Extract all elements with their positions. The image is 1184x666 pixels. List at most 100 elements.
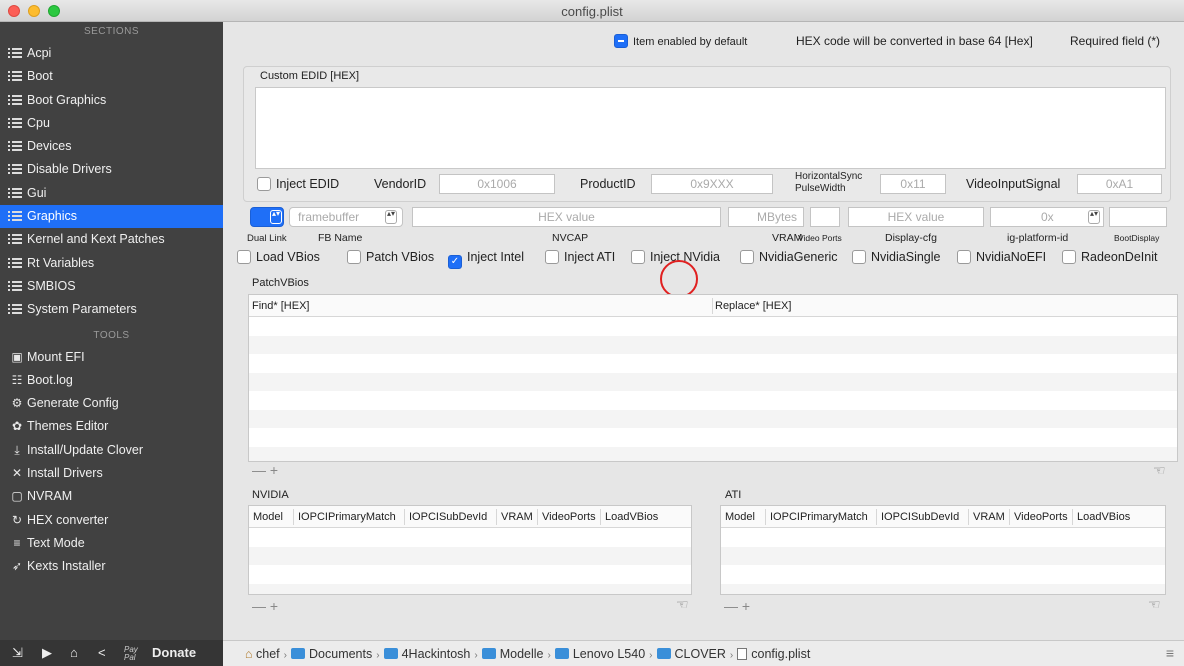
tool-item-install-drivers[interactable]: ✕ Install Drivers bbox=[0, 462, 223, 485]
table-row[interactable] bbox=[249, 528, 691, 547]
breadcrumb-item[interactable]: CLOVER bbox=[656, 647, 726, 661]
import-icon[interactable]: ⇲ bbox=[12, 645, 23, 661]
tool-item-hex-converter[interactable]: ↻ HEX converter bbox=[0, 509, 223, 532]
column-iopciprimarymatch[interactable]: IOPCIPrimaryMatch bbox=[298, 511, 396, 523]
table-row[interactable] bbox=[249, 354, 1177, 373]
table-row[interactable] bbox=[249, 335, 1177, 354]
checkbox-box[interactable] bbox=[852, 250, 866, 264]
column-iopciprimarymatch[interactable]: IOPCIPrimaryMatch bbox=[770, 511, 868, 523]
tool-item-generate-config[interactable]: ⚙ Generate Config bbox=[0, 392, 223, 415]
checkbox-nvidiageneric[interactable]: NvidiaGeneric bbox=[740, 250, 838, 264]
tool-item-boot-log[interactable]: ☷ Boot.log bbox=[0, 369, 223, 392]
sidebar-item-disable-drivers[interactable]: Disable Drivers bbox=[0, 158, 223, 181]
checkbox-box[interactable] bbox=[740, 250, 754, 264]
table-row[interactable] bbox=[249, 317, 1177, 336]
table-row[interactable] bbox=[249, 428, 1177, 447]
breadcrumb-item[interactable]: config.plist bbox=[737, 647, 810, 661]
dual-link-select[interactable]: ▴▾ bbox=[250, 207, 284, 227]
checkbox-nvidianoefi[interactable]: NvidiaNoEFI bbox=[957, 250, 1046, 264]
checkbox-box[interactable] bbox=[957, 250, 971, 264]
table-row[interactable] bbox=[721, 546, 1165, 565]
display-cfg-field[interactable]: HEX value bbox=[848, 207, 984, 227]
column-vram[interactable]: VRAM bbox=[973, 511, 1005, 523]
ati-table[interactable]: Model IOPCIPrimaryMatch IOPCISubDevId VRAM V… bbox=[720, 505, 1166, 595]
hsync-field[interactable]: 0x11 bbox=[880, 174, 946, 194]
checkbox-patch-vbios[interactable]: Patch VBios bbox=[347, 250, 434, 264]
table-row[interactable] bbox=[721, 583, 1165, 594]
table-row[interactable] bbox=[249, 565, 691, 584]
column-videoports[interactable]: VideoPorts bbox=[1014, 511, 1068, 523]
sidebar-item-rt-variables[interactable]: Rt Variables bbox=[0, 252, 223, 275]
video-ports-field[interactable] bbox=[810, 207, 840, 227]
column-loadvbios[interactable]: LoadVBios bbox=[1077, 511, 1130, 523]
breadcrumb-item[interactable]: Lenovo L540 bbox=[554, 647, 645, 661]
checkbox-inject-intel[interactable]: ✓ Inject Intel bbox=[448, 250, 524, 269]
checkbox-box[interactable] bbox=[631, 250, 645, 264]
checkbox-nvidiasingle[interactable]: NvidiaSingle bbox=[852, 250, 940, 264]
tool-item-text-mode[interactable]: ≡ Text Mode bbox=[0, 532, 223, 555]
table-row[interactable] bbox=[249, 583, 691, 594]
table-row[interactable] bbox=[249, 409, 1177, 428]
menu-lines-icon[interactable]: ≡ bbox=[1166, 645, 1174, 661]
sidebar-item-system-parameters[interactable]: System Parameters bbox=[0, 298, 223, 321]
open-file-icon[interactable]: ▶ bbox=[42, 645, 52, 661]
patchvbios-table[interactable]: Find* [HEX] Replace* [HEX] bbox=[248, 294, 1178, 462]
tool-item-install-update-clover[interactable]: ⤓ Install/Update Clover bbox=[0, 439, 223, 462]
tool-item-kexts-installer[interactable]: ➶ Kexts Installer bbox=[0, 555, 223, 578]
sidebar-item-gui[interactable]: Gui bbox=[0, 182, 223, 205]
table-row[interactable] bbox=[249, 546, 691, 565]
breadcrumb-item[interactable]: Modelle bbox=[481, 647, 544, 661]
sidebar-item-devices[interactable]: Devices bbox=[0, 135, 223, 158]
column-model[interactable]: Model bbox=[253, 511, 283, 523]
checkmark-icon[interactable]: ✓ bbox=[448, 255, 462, 269]
checkbox-inject-ati[interactable]: Inject ATI bbox=[545, 250, 615, 264]
column-videoports[interactable]: VideoPorts bbox=[542, 511, 596, 523]
column-loadvbios[interactable]: LoadVBios bbox=[605, 511, 658, 523]
inject-edid-check[interactable] bbox=[257, 177, 271, 191]
share-icon[interactable]: < bbox=[98, 645, 106, 660]
checkbox-box[interactable] bbox=[545, 250, 559, 264]
donate-button[interactable]: Donate bbox=[152, 645, 196, 660]
vendor-id-field[interactable]: 0x1006 bbox=[439, 174, 555, 194]
checkbox-radeondeinit[interactable]: RadeonDeInit bbox=[1062, 250, 1157, 264]
checkbox-box[interactable] bbox=[237, 250, 251, 264]
column-vram[interactable]: VRAM bbox=[501, 511, 533, 523]
table-row[interactable] bbox=[721, 528, 1165, 547]
sidebar-item-kernel-and-kext-patches[interactable]: Kernel and Kext Patches bbox=[0, 228, 223, 251]
table-row[interactable] bbox=[249, 391, 1177, 410]
breadcrumb-item[interactable]: 4Hackintosh bbox=[383, 647, 470, 661]
nvcap-field[interactable]: HEX value bbox=[412, 207, 721, 227]
fb-name-select[interactable]: framebuffer ▴▾ bbox=[289, 207, 403, 227]
sidebar-item-cpu[interactable]: Cpu bbox=[0, 112, 223, 135]
boot-display-field[interactable] bbox=[1109, 207, 1167, 227]
sidebar-item-acpi[interactable]: Acpi bbox=[0, 42, 223, 65]
column-iopcisubdevid[interactable]: IOPCISubDevId bbox=[409, 511, 487, 523]
sidebar-item-boot-graphics[interactable]: Boot Graphics bbox=[0, 89, 223, 112]
column-model[interactable]: Model bbox=[725, 511, 755, 523]
inject-edid-checkbox[interactable]: Inject EDID bbox=[257, 177, 339, 191]
video-input-signal-field[interactable]: 0xA1 bbox=[1077, 174, 1162, 194]
nvidia-table[interactable]: Model IOPCIPrimaryMatch IOPCISubDevId VRAM V… bbox=[248, 505, 692, 595]
table-row[interactable] bbox=[249, 446, 1177, 461]
breadcrumb-item[interactable]: ⌂ chef bbox=[245, 647, 280, 661]
product-id-field[interactable]: 0x9XXX bbox=[651, 174, 773, 194]
checkbox-box[interactable] bbox=[347, 250, 361, 264]
nvidia-add-remove[interactable]: — + bbox=[252, 598, 278, 614]
table-row[interactable] bbox=[721, 565, 1165, 584]
sidebar-item-boot[interactable]: Boot bbox=[0, 65, 223, 88]
breadcrumb-item[interactable]: Documents bbox=[291, 647, 372, 661]
column-find[interactable]: Find* [HEX] bbox=[252, 300, 309, 312]
sidebar-item-smbios[interactable]: SMBIOS bbox=[0, 275, 223, 298]
ati-add-remove[interactable]: — + bbox=[724, 598, 750, 614]
ig-platform-id-select[interactable]: 0x ▴▾ bbox=[990, 207, 1104, 227]
patchvbios-add-remove[interactable]: — + bbox=[252, 462, 278, 478]
table-row[interactable] bbox=[249, 372, 1177, 391]
custom-edid-textarea[interactable] bbox=[255, 87, 1166, 169]
checkbox-load-vbios[interactable]: Load VBios bbox=[237, 250, 320, 264]
column-iopcisubdevid[interactable]: IOPCISubDevId bbox=[881, 511, 959, 523]
tool-item-mount-efi[interactable]: ▣ Mount EFI bbox=[0, 346, 223, 369]
sidebar-item-graphics[interactable]: Graphics bbox=[0, 205, 223, 229]
home-icon[interactable]: ⌂ bbox=[70, 645, 78, 660]
tool-item-themes-editor[interactable]: ✿ Themes Editor bbox=[0, 415, 223, 438]
tool-item-nvram[interactable]: ▢ NVRAM bbox=[0, 485, 223, 508]
